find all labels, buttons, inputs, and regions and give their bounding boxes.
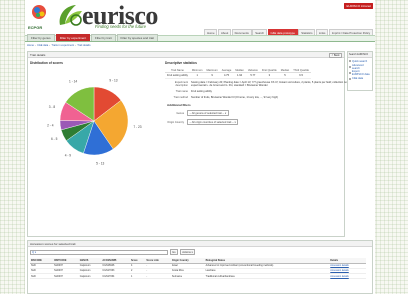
accession-toolbar: Q ▾ Go Actions ▾ [30, 249, 196, 255]
breadcrumb-traits[interactable]: Traits in experiment [51, 44, 74, 47]
tab-filter-by-trait[interactable]: Filter by trait [91, 33, 116, 41]
experiment-description-row: Experiment description Sowing date = Feb… [165, 81, 365, 88]
quick-search-label[interactable]: Quick search [352, 60, 367, 63]
export-data-label[interactable]: Export EURISCO data [352, 70, 371, 76]
actions-button[interactable]: Actions ▾ [179, 249, 196, 255]
filter-tabs: Filter by genus Filter by experiment Fil… [25, 33, 375, 42]
intranet-button[interactable]: EURISCO intranet [344, 3, 373, 9]
cell-accenumb: CGN17064 [101, 273, 130, 280]
stats-cell: 5 [278, 72, 292, 79]
cell-inscode: NLD [30, 273, 54, 280]
stats-cell: 1.94 [233, 72, 246, 79]
accession-row: NLD NLD037 Capsicum CGN17064 1- Suriname Tradi… [30, 273, 366, 280]
advanced-search-label[interactable]: Advanced search [352, 64, 371, 70]
genus-label: Genus [176, 111, 184, 115]
link-bullet-icon [349, 60, 351, 63]
quick-search-link[interactable]: Quick search [349, 60, 371, 63]
descriptive-statistics: Descriptive statistics Trait Name Minimu… [165, 61, 365, 126]
pie-slice-label: 9 - 13 [109, 79, 117, 83]
search-eurisco-title: Search EURISCO [348, 52, 372, 58]
breadcrumb: Home› C&E data› Traits in experiment› Tr… [27, 44, 91, 47]
tab-filter-by-experiment[interactable]: Filter by experiment [55, 33, 91, 41]
stats-cell: Fruit setting ability [165, 72, 190, 79]
trait-method-value: Number of fruits, Brutseine Wonder=3 (0=… [191, 95, 279, 99]
cell-origin-country: Suriname [170, 273, 205, 280]
trait-name-row: Trait name Fruit setting ability [165, 90, 365, 93]
ce-data-link[interactable]: C&E data [349, 77, 371, 80]
tab-filter-by-genus[interactable]: Filter by genus [27, 33, 55, 41]
trait-details-panel: Trait details < Back Distribution of sco… [27, 51, 358, 237]
cell-genus: Capsicum [78, 273, 102, 280]
stats-cell: 4.75 [219, 72, 234, 79]
link-bullet-icon [349, 72, 351, 75]
link-bullet-icon [349, 77, 351, 80]
accession-scores-title: Accession scores for selected trait [28, 241, 372, 247]
score-distribution: Distribution of scores 9 - 13 7 - 23 5 - 1… [30, 61, 160, 191]
stats-heading: Descriptive statistics [165, 61, 197, 65]
accession-table: INSCODE INSTCODE GENUS ACCENUMB Score Sc… [30, 258, 366, 280]
accession-details-link[interactable]: Accession details [330, 269, 348, 272]
origin-filter-row: Origin Country -- All origin countries o… [165, 119, 365, 126]
tab-filter-by-species-and-trait[interactable]: Filter by species and trait [116, 33, 158, 41]
trait-name-value: Fruit setting ability [191, 89, 212, 93]
stats-cell: 9 [204, 72, 220, 79]
stats-cell: 1 [189, 72, 205, 79]
accession-scores-panel: Accession scores for selected trait Q ▾ … [27, 240, 373, 294]
accession-details-link[interactable]: Accession details [330, 275, 348, 278]
cell-details: Accession details [329, 273, 366, 280]
search-links: Quick search Advanced search Export EURI… [348, 58, 372, 81]
experiment-label: Experiment description [174, 80, 188, 87]
eurisco-leaf-logo[interactable] [56, 2, 84, 29]
trait-name-label: Trait name [175, 89, 188, 93]
breadcrumb-home[interactable]: Home [27, 44, 34, 47]
go-button[interactable]: Go [169, 249, 179, 255]
pie-slice-label: 3 - 8 [49, 105, 56, 109]
genus-select[interactable]: -- All genera of selected trait -- ▾ [187, 109, 229, 117]
advanced-search-link[interactable]: Advanced search [349, 64, 371, 70]
ecpgr-logo[interactable] [29, 3, 49, 25]
distribution-heading: Distribution of scores [30, 61, 63, 65]
pie-slice-label: 1 - 14 [69, 79, 77, 83]
trait-details-title-text: Trait details [30, 53, 46, 58]
back-button[interactable]: < Back [329, 52, 342, 59]
trait-method-label: Trait method [173, 95, 188, 99]
export-data-link[interactable]: Export EURISCO data [349, 70, 371, 76]
stats-cell: 5.77 [245, 72, 260, 79]
breadcrumb-trait-details: Trait details [77, 44, 91, 47]
accession-search-input[interactable]: Q ▾ [30, 249, 168, 255]
pie-slice-label: 7 - 23 [133, 125, 141, 129]
page: ECPGR eurisco Finding seeds for the futu… [25, 0, 375, 294]
breadcrumb-ce-data[interactable]: C&E data [37, 44, 48, 47]
stats-cell: 6.5 [291, 72, 311, 79]
cell-biological-status: Traditional cultivar/landrace [204, 273, 330, 280]
cell-instcode: NLD037 [53, 273, 79, 280]
pie-slice-label: 2 - 4 [47, 123, 54, 127]
trait-details-title: Trait details < Back [28, 52, 344, 59]
stats-table: Trait Name Minimum Maximum Average Media… [165, 68, 311, 79]
pie-slice-label: 4 - 9 [65, 153, 72, 157]
ce-data-label[interactable]: C&E data [352, 77, 363, 80]
genus-filter-row: Genus -- All genera of selected trait --… [165, 109, 365, 117]
link-bullet-icon [349, 65, 351, 68]
ecpgr-logo-text: ECPGR [28, 25, 43, 30]
search-eurisco-panel: Search EURISCO Quick search Advanced sea… [347, 51, 373, 91]
pie-slice-label: 5 - 13 [96, 162, 104, 166]
origin-country-select[interactable]: -- All origin countries of selected trai… [187, 119, 239, 126]
trait-method-row: Trait method Number of fruits, Brutseine… [165, 96, 365, 99]
cell-score: 1 [129, 273, 146, 280]
cell-score-link: - [145, 273, 171, 280]
stats-cell: 3 [259, 72, 279, 79]
pie-slice-label: 6 - 5 [51, 137, 58, 141]
origin-label: Origin Country [167, 120, 184, 124]
additional-filters-heading: Additional filters [167, 102, 191, 107]
site-header: ECPGR eurisco Finding seeds for the futu… [25, 0, 375, 37]
accession-details-link[interactable]: Accession details [330, 264, 348, 267]
experiment-text: Sowing date = February 20; Planting date… [191, 80, 358, 88]
tagline: Finding seeds for the future [95, 24, 146, 29]
score-pie-chart: 9 - 13 7 - 23 5 - 13 4 - 9 6 - 5 2 - 4 3 - 8 1 … [47, 79, 142, 166]
